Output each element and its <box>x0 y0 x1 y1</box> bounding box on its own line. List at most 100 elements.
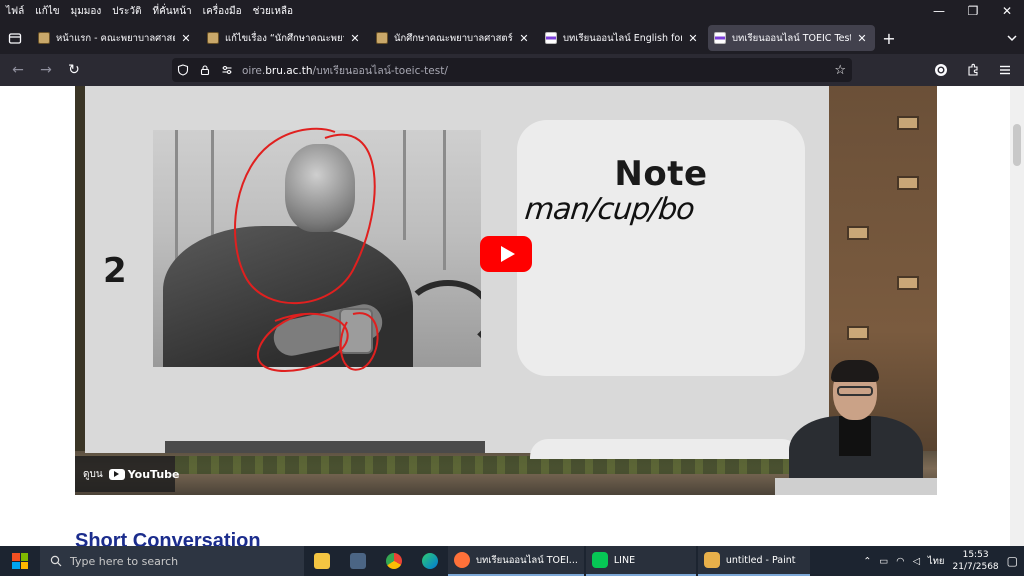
section-heading: Short Conversation <box>75 530 261 546</box>
question-photo <box>153 130 481 367</box>
input-language[interactable]: ไทย <box>928 554 945 569</box>
chevron-up-icon[interactable]: ⌃ <box>863 556 871 567</box>
edge-icon <box>422 553 438 569</box>
file-explorer-button[interactable] <box>304 546 340 576</box>
url-path: /บทเรียนออนไลน์-toeic-test/ <box>312 64 448 77</box>
taskbar-app-paint[interactable]: untitled - Paint <box>697 546 810 576</box>
calculator-button[interactable] <box>340 546 376 576</box>
tab-label: บทเรียนออนไลน์ English for Dail <box>563 32 682 44</box>
url-subdomain: oire. <box>242 64 266 77</box>
minimize-button[interactable]: — <box>922 0 956 22</box>
tab-close-button[interactable]: ✕ <box>855 32 869 45</box>
presenter-hair <box>831 360 879 382</box>
calculator-icon <box>350 553 366 569</box>
menu-file[interactable]: ไฟล์ <box>6 4 24 19</box>
edge-button[interactable] <box>412 546 448 576</box>
taskbar-app-firefox[interactable]: บทเรียนออนไลน์ TOEI... <box>448 546 584 576</box>
tab-list-button[interactable] <box>0 25 30 51</box>
window-shape <box>897 116 919 130</box>
menu-help[interactable]: ช่วยเหลือ <box>253 4 293 19</box>
window-shape <box>847 226 869 240</box>
forward-button[interactable]: → <box>32 56 60 84</box>
menu-bar: ไฟล์ แก้ไข มุมมอง ประวัติ ที่คั่นหน้า เค… <box>0 0 1024 22</box>
flag-favicon-icon <box>714 32 726 44</box>
search-placeholder: Type here to search <box>70 554 179 568</box>
clock-date: 21/7/2568 <box>952 562 999 572</box>
clock-time: 15:53 <box>962 550 989 560</box>
menu-tools[interactable]: เครื่องมือ <box>203 4 242 19</box>
url-text[interactable]: oire.bru.ac.th/บทเรียนออนไลน์-toeic-test… <box>242 62 448 79</box>
toolbar-right <box>928 54 1018 86</box>
navigation-toolbar: ← → ↻ oire.bru.ac.th/บทเรียนออนไลน์-toei… <box>0 54 1024 86</box>
taskbar-clock[interactable]: 15:53 21/7/2568 <box>953 549 999 573</box>
mast-shape <box>211 130 214 250</box>
scrollbar-thumb[interactable] <box>1013 124 1021 166</box>
puzzle-icon <box>968 63 978 76</box>
notification-icon[interactable]: ▢ <box>1007 554 1018 568</box>
tab-close-button[interactable]: ✕ <box>179 32 193 45</box>
taskbar-app-line[interactable]: LINE <box>585 546 696 576</box>
tab-toeic-test[interactable]: บทเรียนออนไลน์ TOEIC Test - สำ ✕ <box>708 25 875 51</box>
back-button[interactable]: ← <box>4 56 32 84</box>
chrome-button[interactable] <box>376 546 412 576</box>
extensions-button[interactable] <box>960 56 986 84</box>
reload-button[interactable]: ↻ <box>60 56 88 84</box>
window-shape <box>897 276 919 290</box>
app-menu-button[interactable] <box>992 56 1018 84</box>
maximize-button[interactable]: ❐ <box>956 0 990 22</box>
tab-close-button[interactable]: ✕ <box>348 32 362 45</box>
page-scrollbar[interactable] <box>1010 86 1024 546</box>
taskbar-app-label: บทเรียนออนไลน์ TOEI... <box>476 554 578 566</box>
new-tab-button[interactable]: + <box>875 25 903 51</box>
account-button[interactable] <box>928 56 954 84</box>
address-bar[interactable]: oire.bru.ac.th/บทเรียนออนไลน์-toeic-test… <box>172 58 852 82</box>
list-all-tabs-button[interactable] <box>1006 22 1018 54</box>
battery-icon[interactable]: ▭ <box>879 556 888 567</box>
paint-icon <box>703 552 720 568</box>
note-card: Note man/cup/bo <box>517 120 805 376</box>
taskbar-search-box[interactable]: Type here to search <box>40 546 304 576</box>
menu-view[interactable]: มุมมอง <box>71 4 102 19</box>
embedded-youtube-video[interactable]: 2 Note man/cup/bo ดูบน YouTube <box>75 86 937 495</box>
menu-edit[interactable]: แก้ไข <box>35 4 59 19</box>
page-viewport: 2 Note man/cup/bo ดูบน YouTube Short Con… <box>0 86 1010 546</box>
mast-shape <box>403 130 406 240</box>
tab-english-daily[interactable]: บทเรียนออนไลน์ English for Dail ✕ <box>539 25 706 51</box>
youtube-brand-text: YouTube <box>127 467 180 481</box>
tab-close-button[interactable]: ✕ <box>686 32 700 45</box>
presenter-desk <box>775 478 937 495</box>
lesson-slide: 2 Note man/cup/bo <box>85 86 829 459</box>
volume-icon[interactable]: ◁ <box>913 556 920 567</box>
youtube-logo: YouTube <box>108 467 180 481</box>
flag-favicon-icon <box>545 32 557 44</box>
lock-icon[interactable] <box>194 64 216 76</box>
permissions-icon[interactable] <box>216 64 238 76</box>
youtube-play-icon <box>108 468 125 480</box>
menu-history[interactable]: ประวัติ <box>112 4 141 19</box>
start-button[interactable] <box>0 546 40 576</box>
tab-edit-post[interactable]: แก้ไขเรื่อง “นักศึกษาคณะพยาบาล ✕ <box>201 25 368 51</box>
site-favicon-icon <box>207 32 219 44</box>
search-icon <box>50 555 62 567</box>
next-question-photo <box>165 441 485 453</box>
watch-on-youtube-link[interactable]: ดูบน YouTube <box>75 456 180 492</box>
bookmark-star-icon[interactable]: ☆ <box>834 63 846 78</box>
tab-home[interactable]: หน้าแรก - คณะพยาบาลศาสตร์ ✕ <box>32 25 199 51</box>
window-controls: — ❐ ✕ <box>922 0 1024 22</box>
shield-icon[interactable] <box>172 64 194 76</box>
menu-list: ไฟล์ แก้ไข มุมมอง ประวัติ ที่คั่นหน้า เค… <box>0 4 293 19</box>
system-tray: ⌃ ▭ ◠ ◁ ไทย 15:53 21/7/2568 ▢ <box>863 546 1024 576</box>
tab-close-button[interactable]: ✕ <box>517 32 531 45</box>
taskbar-app-label: untitled - Paint <box>725 554 796 566</box>
window-shape <box>847 326 869 340</box>
chevron-down-icon <box>1007 35 1017 42</box>
presenter-glasses <box>837 386 873 396</box>
youtube-play-button[interactable] <box>480 236 532 272</box>
mast-shape <box>443 130 446 270</box>
tab-label: แก้ไขเรื่อง “นักศึกษาคณะพยาบาล <box>225 32 344 44</box>
play-icon <box>500 246 515 262</box>
menu-bookmarks[interactable]: ที่คั่นหน้า <box>153 4 192 19</box>
close-window-button[interactable]: ✕ <box>990 0 1024 22</box>
tab-nursing-students[interactable]: นักศึกษาคณะพยาบาลศาสตร์ สาม ✕ <box>370 25 537 51</box>
network-icon[interactable]: ◠ <box>896 556 904 567</box>
